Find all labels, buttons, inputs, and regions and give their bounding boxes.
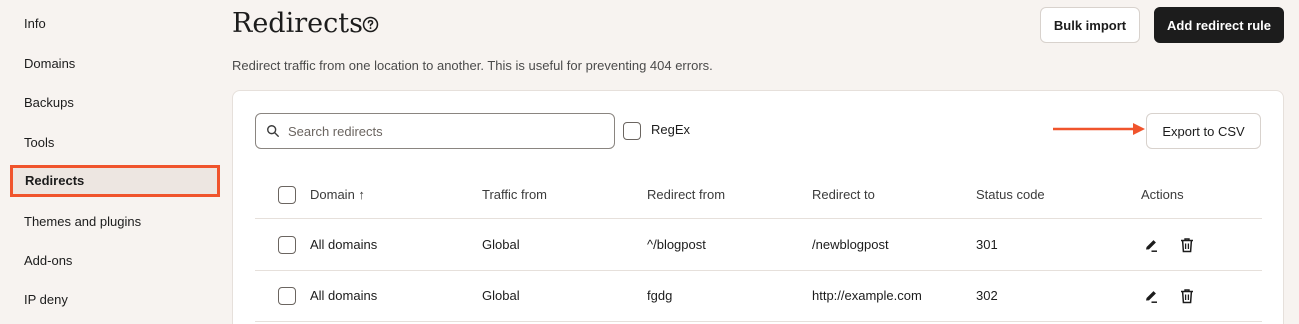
search-input[interactable] — [288, 123, 588, 139]
bulk-import-button[interactable]: Bulk import — [1040, 7, 1140, 43]
sidebar: Info Domains Backups Tools Redirects The… — [0, 0, 226, 324]
sidebar-item-tools[interactable]: Tools — [24, 133, 54, 153]
sidebar-item-ip-deny[interactable]: IP deny — [24, 290, 68, 310]
delete-icon[interactable] — [1179, 237, 1195, 253]
cell-traffic-from: Global — [482, 237, 520, 252]
column-header-redirect-to: Redirect to — [812, 187, 875, 202]
row-checkbox[interactable] — [278, 287, 296, 305]
column-header-actions: Actions — [1141, 187, 1184, 202]
search-icon — [267, 125, 279, 137]
cell-redirect-to: http://example.com — [812, 288, 922, 303]
redirects-card: RegEx Export to CSV Domain ↑ Traffic fro… — [232, 90, 1284, 324]
column-header-domain[interactable]: Domain ↑ — [310, 187, 365, 202]
cell-redirect-to: /newblogpost — [812, 237, 889, 252]
edit-icon[interactable] — [1143, 237, 1159, 253]
export-csv-button[interactable]: Export to CSV — [1146, 113, 1261, 149]
cell-domain: All domains — [310, 237, 378, 252]
table-divider — [255, 321, 1262, 322]
edit-icon[interactable] — [1143, 288, 1159, 304]
sidebar-item-domains[interactable]: Domains — [24, 54, 75, 74]
cell-traffic-from: Global — [482, 288, 520, 303]
column-header-status-code: Status code — [976, 187, 1045, 202]
regex-checkbox[interactable] — [623, 122, 641, 140]
select-all-checkbox[interactable] — [278, 186, 296, 204]
add-redirect-rule-button[interactable]: Add redirect rule — [1154, 7, 1284, 43]
sidebar-item-add-ons[interactable]: Add-ons — [24, 251, 72, 271]
sidebar-item-themes-and-plugins[interactable]: Themes and plugins — [24, 212, 141, 232]
column-header-redirect-from: Redirect from — [647, 187, 726, 202]
row-checkbox[interactable] — [278, 236, 296, 254]
cell-redirect-from: fgdg — [647, 288, 673, 303]
cell-status-code: 301 — [976, 237, 998, 252]
sidebar-item-redirects[interactable]: Redirects — [10, 165, 220, 197]
table-divider — [255, 218, 1262, 219]
cell-redirect-from: ^/blogpost — [647, 237, 706, 252]
cell-status-code: 302 — [976, 288, 998, 303]
table-divider — [255, 270, 1262, 271]
delete-icon[interactable] — [1179, 288, 1195, 304]
sidebar-item-info[interactable]: Info — [24, 14, 46, 34]
sidebar-item-backups[interactable]: Backups — [24, 93, 74, 113]
help-icon[interactable] — [362, 16, 379, 33]
cell-domain: All domains — [310, 288, 378, 303]
page-title: Redirects — [232, 8, 363, 39]
page-subtitle: Redirect traffic from one location to an… — [232, 58, 713, 73]
regex-label: RegEx — [651, 122, 691, 137]
search-box[interactable] — [255, 113, 615, 149]
column-header-traffic-from: Traffic from — [482, 187, 548, 202]
arrow-annotation — [1053, 123, 1145, 135]
